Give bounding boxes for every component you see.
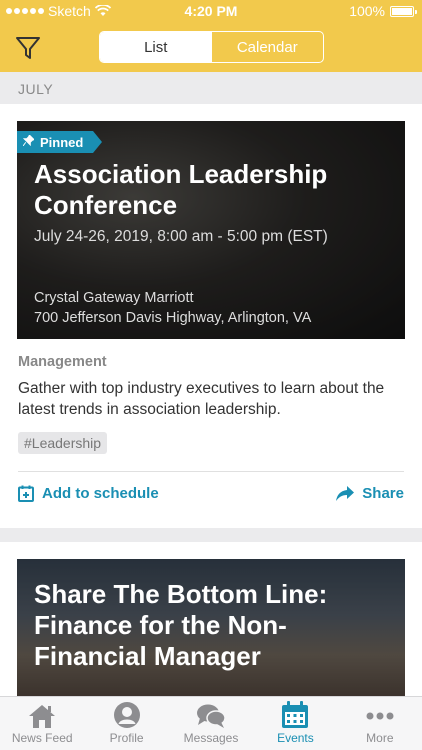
tab-news-feed[interactable]: News Feed [0, 697, 84, 750]
segment-calendar[interactable]: Calendar [212, 32, 324, 62]
view-segmented-control: List Calendar [99, 31, 324, 63]
tab-label: Profile [109, 731, 144, 745]
segment-list[interactable]: List [100, 32, 212, 62]
month-label: JULY [18, 81, 54, 97]
event-title: Share The Bottom Line: Finance for the N… [34, 579, 328, 671]
calendar-icon [282, 701, 309, 728]
event-address: 700 Jefferson Davis Highway, Arlington, … [34, 310, 312, 326]
profile-icon [113, 702, 140, 728]
tab-more[interactable]: More [338, 697, 422, 750]
filter-icon[interactable] [14, 34, 42, 62]
tab-events[interactable]: Events [253, 697, 337, 750]
pin-icon [22, 134, 35, 149]
home-icon [29, 705, 56, 728]
share-button[interactable]: Share [336, 485, 404, 502]
tab-messages[interactable]: Messages [169, 697, 253, 750]
share-label: Share [362, 485, 404, 502]
tab-profile[interactable]: Profile [84, 697, 168, 750]
share-icon [336, 486, 355, 501]
add-to-schedule-button[interactable]: Add to schedule [18, 485, 159, 502]
pinned-label: Pinned [40, 134, 84, 150]
battery-icon [390, 5, 417, 17]
event-hero-image: Share The Bottom Line: Finance for the N… [17, 559, 405, 719]
tab-label: Events [277, 731, 314, 745]
event-card[interactable]: Share The Bottom Line: Finance for the N… [0, 528, 422, 719]
event-venue: Crystal Gateway Marriott [34, 290, 194, 306]
tab-label: Messages [183, 731, 239, 745]
status-bar: Sketch 4:20 PM 100% [0, 0, 422, 22]
event-description: Gather with top industry executives to l… [18, 380, 385, 418]
event-title: Association Leadership Conference [34, 159, 328, 220]
pinned-badge: Pinned [17, 131, 103, 153]
tab-label: News Feed [11, 731, 73, 745]
event-hero-image: Pinned Association Leadership Conference… [17, 121, 405, 339]
tab-label: More [366, 731, 394, 745]
event-card[interactable]: Pinned Association Leadership Conference… [0, 104, 422, 528]
add-to-schedule-label: Add to schedule [42, 485, 159, 502]
calendar-add-icon [18, 485, 34, 502]
event-category: Management [18, 354, 107, 370]
messages-icon [197, 704, 226, 728]
event-date: July 24-26, 2019, 8:00 am - 5:00 pm (EST… [34, 228, 328, 245]
tab-bar: News Feed Profile Messages Events More [0, 696, 422, 750]
top-header: Sketch 4:20 PM 100% List Calendar [0, 0, 422, 72]
event-tag[interactable]: #Leadership [18, 432, 108, 454]
battery-percent: 100% [349, 3, 385, 19]
more-icon [366, 712, 394, 720]
divider [18, 471, 404, 472]
